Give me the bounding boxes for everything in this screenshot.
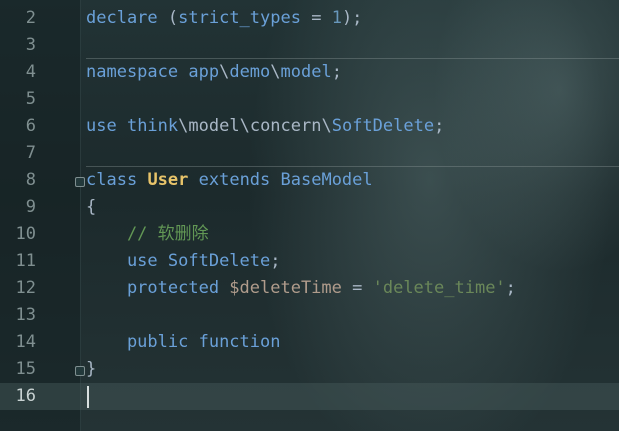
brace: } <box>86 359 97 379</box>
keyword-declare: declare <box>86 8 158 28</box>
namespace-separator: \ <box>321 116 332 136</box>
namespace-segment: think <box>116 116 179 136</box>
line-number: 12 <box>15 278 36 298</box>
syntax-error-underline[interactable] <box>294 334 304 348</box>
keyword-extends: extends <box>188 170 271 190</box>
line-number: 2 <box>25 8 36 28</box>
line-number: 14 <box>15 332 36 352</box>
code-line-current[interactable]: 16 <box>0 383 619 410</box>
line-number: 15 <box>15 359 36 379</box>
keyword-class: class <box>86 170 138 190</box>
punctuation: ); <box>341 8 363 28</box>
class-reference: SoftDelete <box>331 116 435 136</box>
directive-name: strict_types <box>178 8 301 28</box>
operator: = <box>300 8 332 28</box>
namespace-separator: \ <box>178 116 189 136</box>
punctuation: ( <box>157 8 179 28</box>
property-variable: $deleteTime <box>219 278 342 298</box>
operator: = <box>341 278 373 298</box>
line-number: 4 <box>25 62 36 82</box>
punctuation: ; <box>331 62 342 82</box>
line-number: 13 <box>15 305 36 325</box>
code-line[interactable]: 9 { <box>0 194 619 221</box>
namespace-separator: \ <box>219 62 230 82</box>
namespace-segment: model <box>188 116 240 136</box>
line-number: 10 <box>15 224 36 244</box>
number-literal: 1 <box>331 8 342 28</box>
code-line[interactable]: 10 // 软删除 <box>0 221 619 248</box>
namespace-segment: app <box>178 62 220 82</box>
keyword-namespace: namespace <box>86 62 179 82</box>
namespace-segment: model <box>280 62 332 82</box>
class-name: User <box>147 170 189 190</box>
line-number: 11 <box>15 251 36 271</box>
keyword-use: use <box>86 251 158 271</box>
fold-toggle-icon[interactable] <box>75 366 85 376</box>
line-number: 9 <box>25 197 36 217</box>
code-line[interactable]: 6 use think\model\concern\SoftDelete; <box>0 113 619 140</box>
code-line[interactable]: 14 public function <box>0 329 619 356</box>
code-line[interactable]: 5 <box>0 86 619 113</box>
code-editor[interactable]: 2 declare (strict_types = 1); 3 4 namesp… <box>0 0 619 431</box>
keyword-use: use <box>86 116 117 136</box>
namespace-separator: \ <box>270 62 281 82</box>
keyword-protected: protected <box>86 278 220 298</box>
punctuation: ; <box>505 278 516 298</box>
code-line[interactable]: 13 <box>0 302 619 329</box>
code-line[interactable]: 4 namespace app\demo\model; <box>0 59 619 86</box>
fold-toggle-icon[interactable] <box>75 177 85 187</box>
code-comment: // 软删除 <box>86 224 209 244</box>
code-line[interactable]: 8 class User extends BaseModel <box>0 167 619 194</box>
code-line[interactable]: 11 use SoftDelete; <box>0 248 619 275</box>
code-line[interactable]: 15 } <box>0 356 619 383</box>
parent-class-name: BaseModel <box>270 170 373 190</box>
punctuation: ; <box>434 116 445 136</box>
code-line[interactable]: 12 protected $deleteTime = 'delete_time'… <box>0 275 619 302</box>
code-line[interactable]: 7 <box>0 140 619 167</box>
line-number: 16 <box>15 386 36 406</box>
line-number: 3 <box>25 35 36 55</box>
keyword-public: public <box>86 332 189 352</box>
punctuation: ; <box>270 251 281 271</box>
namespace-segment: concern <box>249 116 322 136</box>
trait-name: SoftDelete <box>157 251 271 271</box>
keyword-function: function <box>188 332 281 352</box>
line-number: 7 <box>25 143 36 163</box>
brace: { <box>86 197 97 217</box>
namespace-segment: demo <box>229 62 271 82</box>
code-line[interactable]: 3 <box>0 32 619 59</box>
code-line[interactable]: 2 declare (strict_types = 1); <box>0 5 619 32</box>
string-literal: 'delete_time' <box>372 278 506 298</box>
namespace-separator: \ <box>239 116 250 136</box>
text-cursor <box>87 386 89 408</box>
line-number: 8 <box>25 170 36 190</box>
line-number: 6 <box>25 116 36 136</box>
line-number: 5 <box>25 89 36 109</box>
